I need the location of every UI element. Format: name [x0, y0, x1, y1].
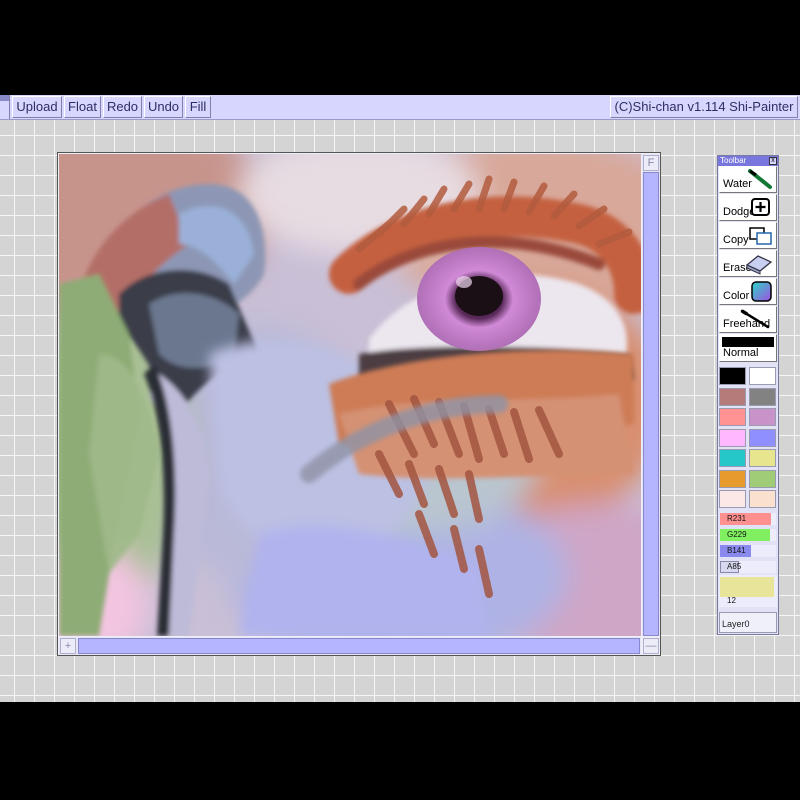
brush-size-value: 12	[727, 596, 736, 605]
alpha-value: A85	[727, 562, 742, 571]
tool-copy-label: Copy	[723, 234, 749, 246]
dodge-plus-icon	[751, 198, 770, 216]
red-value: R231	[727, 514, 747, 523]
blue-slider[interactable]: B141	[720, 545, 776, 557]
zoom-minus-button[interactable]: —	[643, 638, 659, 654]
brush-size-fill	[720, 577, 774, 597]
palette-swatch[interactable]	[749, 449, 776, 467]
redo-button[interactable]: Redo	[103, 96, 142, 118]
blend-mode-label: Normal	[723, 347, 759, 359]
zoom-plus-button[interactable]: +	[60, 638, 76, 654]
green-value: G229	[727, 530, 747, 539]
palette-swatch[interactable]	[749, 469, 776, 488]
freehand-pen-icon	[740, 309, 770, 329]
toolbar-title-text: Toolbar	[720, 156, 747, 165]
blue-value: B141	[727, 546, 746, 555]
layer-selector[interactable]: Layer0	[719, 612, 777, 633]
palette-swatch[interactable]	[719, 387, 746, 406]
toolbar-close-button[interactable]: x	[769, 157, 777, 165]
eraser-icon	[745, 255, 773, 275]
vertical-scrollbar[interactable]: F	[642, 154, 660, 636]
copy-icon	[749, 227, 772, 245]
menubar-grip	[0, 95, 10, 119]
tool-dodge[interactable]: Dodge	[719, 194, 777, 221]
palette-swatch[interactable]	[749, 408, 776, 426]
current-color-bar	[722, 337, 774, 347]
tool-copy[interactable]: Copy	[719, 222, 777, 249]
drawing-canvas[interactable]	[59, 154, 641, 636]
tool-color-label: Color	[723, 290, 750, 302]
palette-swatch[interactable]	[719, 367, 746, 385]
palette-swatch[interactable]	[719, 449, 746, 467]
fill-button[interactable]: Fill	[185, 96, 211, 118]
alpha-slider[interactable]: A85	[720, 561, 776, 573]
tool-freehand[interactable]: Freehand	[719, 306, 777, 333]
water-brush-icon	[748, 169, 772, 189]
palette-swatch[interactable]	[719, 428, 746, 447]
tool-color[interactable]: Color	[719, 278, 777, 305]
palette-swatch[interactable]	[719, 490, 746, 508]
float-button[interactable]: Float	[64, 96, 101, 118]
canvas-window: F + —	[57, 152, 661, 656]
palette-swatch[interactable]	[719, 408, 746, 426]
brush-size-slider[interactable]: 12	[719, 575, 777, 607]
palette-swatch[interactable]	[749, 490, 776, 508]
layer-name: Layer0	[722, 619, 750, 629]
scroll-corner-button[interactable]: F	[643, 155, 659, 171]
horizontal-scrollbar[interactable]: +	[59, 637, 641, 655]
palette-swatch[interactable]	[749, 387, 776, 406]
menu-bar: Upload Float Redo Undo Fill (C)Shi-chan …	[0, 95, 800, 120]
upload-button[interactable]: Upload	[12, 96, 62, 118]
tool-eraser[interactable]: Erase	[719, 250, 777, 277]
blend-mode-normal[interactable]: Normal	[719, 334, 777, 362]
color-gradient-icon	[751, 281, 772, 302]
undo-button[interactable]: Undo	[144, 96, 183, 118]
tool-water[interactable]: Water	[719, 166, 777, 193]
palette-swatch[interactable]	[719, 469, 746, 488]
toolbar-panel: Toolbar x Water Dodge Copy Erase Color F…	[717, 155, 779, 635]
vertical-scroll-thumb[interactable]	[643, 172, 659, 636]
shi-painter-app: Upload Float Redo Undo Fill (C)Shi-chan …	[0, 95, 800, 702]
palette-swatch[interactable]	[749, 428, 776, 447]
horizontal-scroll-thumb[interactable]	[78, 638, 640, 654]
red-slider[interactable]: R231	[720, 513, 776, 525]
palette-swatch[interactable]	[749, 367, 776, 385]
copyright-label: (C)Shi-chan v1.114 Shi-Painter	[610, 96, 798, 118]
green-slider[interactable]: G229	[720, 529, 776, 541]
